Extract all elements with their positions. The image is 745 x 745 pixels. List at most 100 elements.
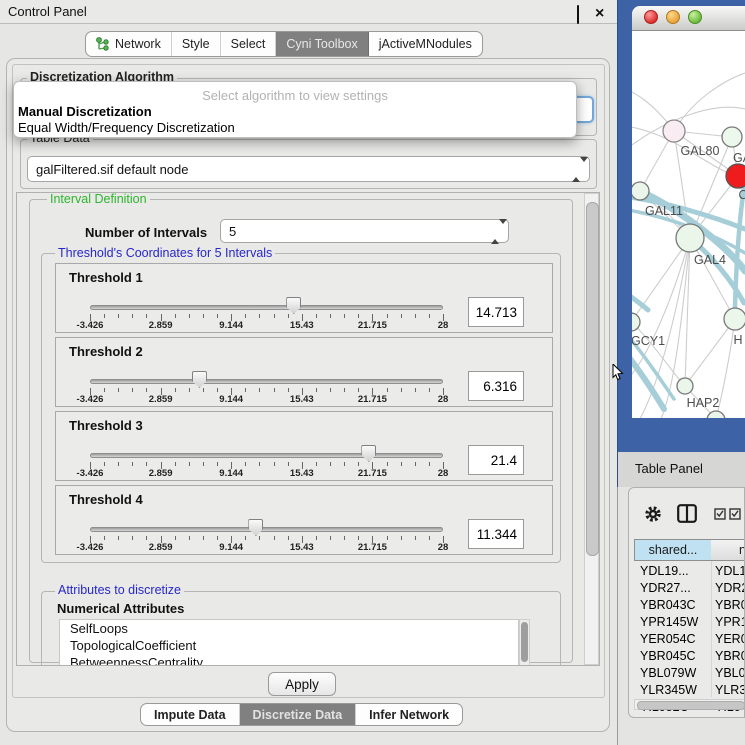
network-edge[interactable] [632, 238, 690, 322]
interval-definition-label: Interval Definition [47, 193, 150, 206]
attribute-list-item[interactable]: SelfLoops [60, 620, 518, 637]
minor-tick [203, 536, 204, 540]
node-gal80[interactable] [663, 120, 685, 142]
node-red-selected[interactable] [726, 164, 745, 188]
minor-tick [217, 314, 218, 318]
float-window-icon[interactable] [577, 6, 590, 19]
network-node-label: GAL80 [681, 144, 720, 158]
threshold-value-field[interactable]: 11.344 [468, 519, 524, 549]
minor-tick [415, 536, 416, 540]
network-canvas[interactable]: GAL80GACGAL11GAL4GCY1HHAP2 [632, 31, 745, 418]
minor-tick [429, 388, 430, 392]
node-gal4[interactable] [676, 224, 704, 252]
threshold-slider-track[interactable] [90, 305, 443, 310]
network-node-label: GAL4 [694, 253, 726, 267]
tab-jactivemnodules[interactable]: jActiveMNodules [369, 32, 482, 56]
tab-cyni-toolbox[interactable]: Cyni Toolbox [276, 32, 368, 56]
cell-name: YDL1 [715, 563, 745, 580]
gear-icon[interactable] [644, 505, 662, 523]
attributes-list-scrollbar[interactable] [519, 619, 530, 666]
control-panel-window: Control Panel × NetworkStyleSelectCyni T… [0, 0, 618, 745]
table-horizontal-scrollbar[interactable] [634, 699, 745, 710]
table-row[interactable]: YPR145WYPR1 [634, 614, 745, 631]
threshold-slider-track[interactable] [90, 379, 443, 384]
bottom-tab-impute-data[interactable]: Impute Data [141, 704, 240, 725]
tab-network[interactable]: Network [86, 32, 172, 56]
minor-tick [217, 462, 218, 466]
node-gcy1[interactable] [632, 313, 640, 331]
node-h[interactable] [724, 308, 745, 330]
threshold-slider-track[interactable] [90, 453, 443, 458]
numerical-attributes-list[interactable]: SelfLoopsTopologicalCoefficientBetweenne… [59, 619, 519, 666]
table-row[interactable]: YLR345WYLR3 [634, 682, 745, 699]
zoom-traffic-light[interactable] [688, 10, 702, 24]
cell-shared-name: YBR043C [640, 597, 696, 614]
number-of-intervals-combobox[interactable]: 5 [220, 219, 509, 243]
threshold-value-field[interactable]: 14.713 [468, 297, 524, 327]
tab-style[interactable]: Style [172, 32, 221, 56]
bottom-tab-discretize-data[interactable]: Discretize Data [240, 704, 357, 725]
minor-tick [274, 388, 275, 392]
bottom-tab-infer-network[interactable]: Infer Network [356, 704, 462, 725]
minor-tick [245, 462, 246, 466]
attribute-list-item[interactable]: TopologicalCoefficient [60, 637, 518, 654]
minor-tick [344, 314, 345, 318]
minor-tick [274, 314, 275, 318]
minor-tick [245, 536, 246, 540]
table-data-combobox[interactable]: galFiltered.sif default node [27, 156, 590, 182]
tick-label: 21.715 [358, 394, 387, 405]
minor-tick [259, 388, 260, 392]
minor-tick [146, 388, 147, 392]
table-row[interactable]: YBL079WYBL0 [634, 665, 745, 682]
minor-tick [288, 388, 289, 392]
threshold-value-field[interactable]: 6.316 [468, 371, 524, 401]
apply-button[interactable]: Apply [268, 672, 336, 696]
split-columns-icon[interactable] [677, 504, 697, 523]
minor-tick [118, 388, 119, 392]
node-hap2[interactable] [677, 378, 693, 394]
threshold-slider-thumb[interactable] [361, 445, 376, 462]
apply-button-label: Apply [285, 677, 319, 692]
minor-tick [429, 462, 430, 466]
cell-name: YBR0 [715, 648, 745, 665]
select-columns-icon[interactable] [714, 508, 744, 520]
threshold-slider-track[interactable] [90, 527, 443, 532]
threshold-slider-thumb[interactable] [248, 519, 263, 536]
minor-tick [330, 536, 331, 540]
threshold-coordinates-label: Threshold's Coordinates for 5 Intervals [55, 247, 275, 260]
threshold-value-field[interactable]: 21.4 [468, 445, 524, 475]
settings-vertical-scrollbar[interactable] [584, 193, 599, 665]
close-icon[interactable]: × [595, 5, 608, 18]
table-row[interactable]: YBR043CYBR0 [634, 597, 745, 614]
tab-select[interactable]: Select [221, 32, 277, 56]
table-row[interactable]: YDR27...YDR2 [634, 580, 745, 597]
table-header-name[interactable]: n [711, 539, 745, 561]
tick-label: 28 [438, 394, 449, 405]
minimize-traffic-light[interactable] [666, 10, 680, 24]
popup-option-equal-width-frequency[interactable]: Equal Width/Frequency Discretization [18, 120, 235, 135]
minor-tick [146, 314, 147, 318]
network-edge[interactable] [674, 73, 745, 131]
cell-shared-name: YPR145W [640, 614, 698, 631]
cell-shared-name: YER054C [640, 631, 696, 648]
table-row[interactable]: YBR045CYBR0 [634, 648, 745, 665]
close-traffic-light[interactable] [644, 10, 658, 24]
minor-tick [132, 536, 133, 540]
table-header-shared-name[interactable]: shared... [634, 539, 712, 561]
minor-tick [387, 536, 388, 540]
minor-tick [118, 462, 119, 466]
node-top-right[interactable] [722, 127, 742, 147]
table-row[interactable]: YDL19...YDL1 [634, 563, 745, 580]
minor-tick [104, 388, 105, 392]
attribute-list-item[interactable]: BetweennessCentrality [60, 654, 518, 666]
minor-tick [203, 462, 204, 466]
popup-option-manual-discretization[interactable]: Manual Discretization [18, 104, 152, 119]
table-row[interactable]: YER054CYER0 [634, 631, 745, 648]
network-edge-thick[interactable] [632, 289, 648, 310]
threshold-slider-thumb[interactable] [192, 371, 207, 388]
network-edge[interactable] [632, 238, 690, 383]
node-gal11[interactable] [632, 182, 649, 200]
threshold-slider-thumb[interactable] [286, 297, 301, 314]
minor-tick [358, 314, 359, 318]
network-edge[interactable] [685, 319, 735, 386]
